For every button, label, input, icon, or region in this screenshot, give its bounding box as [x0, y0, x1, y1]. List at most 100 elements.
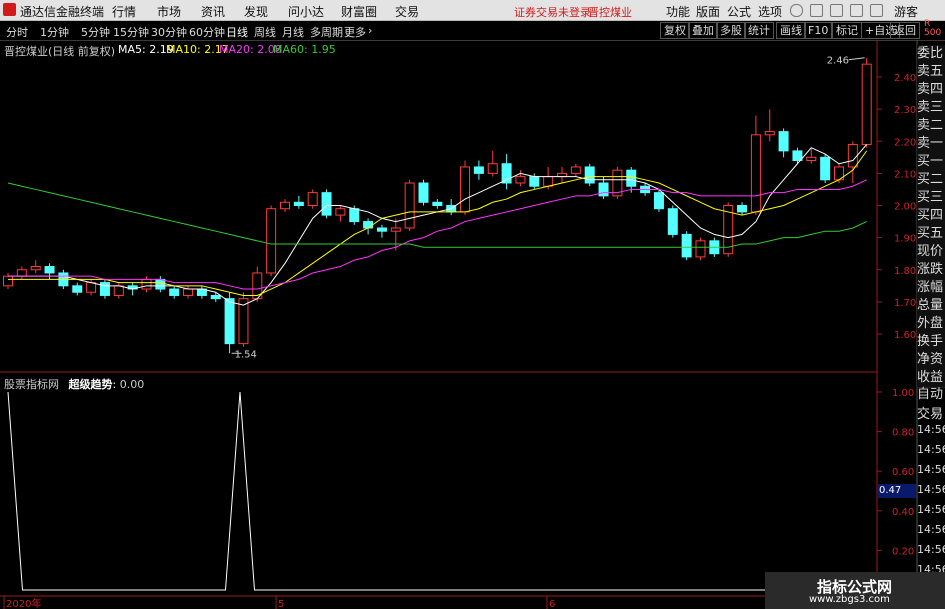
- candle-up: [750, 134, 761, 213]
- candle-up: [113, 285, 124, 296]
- order-book-label: 买三: [917, 189, 945, 208]
- candle-down: [473, 166, 484, 174]
- price-tick-label: 1.90: [894, 234, 916, 245]
- order-book-label: 卖一: [917, 135, 945, 154]
- candle-up: [515, 176, 526, 184]
- order-book-label: 卖四: [917, 81, 945, 100]
- candle-up: [307, 192, 318, 206]
- ma-line-ma60: [7, 182, 867, 248]
- candle-up: [695, 240, 706, 258]
- ma-line-ma10: [8, 150, 868, 296]
- supertrend-line: [7, 391, 835, 591]
- candle-down: [820, 156, 831, 181]
- trade-time: 14:56: [917, 483, 945, 496]
- trade-time: 14:56: [917, 463, 945, 476]
- candle-up: [335, 208, 346, 216]
- candle-down: [681, 233, 692, 258]
- candle-down: [321, 192, 332, 216]
- candle-up: [141, 278, 152, 290]
- candle-up: [280, 201, 290, 210]
- kline-chart[interactable]: 2.40 2.30 2.20 2.10 2.00 1.90 1.80 1.70 1.60 1.00…: [0, 0, 945, 609]
- trade-time: 14:56: [917, 423, 945, 436]
- candle-up: [847, 143, 858, 168]
- candle-up: [390, 227, 401, 232]
- indicator-tick-label: 0.20: [892, 546, 914, 557]
- candle-down: [169, 288, 180, 296]
- candle-down: [792, 150, 803, 162]
- time-tick-label: 5: [278, 599, 284, 609]
- candle-up: [543, 176, 554, 187]
- order-book-label: 外盘: [917, 315, 945, 334]
- candle-up: [861, 63, 872, 145]
- candle-up: [16, 269, 27, 277]
- price-tick-label: 1.70: [894, 298, 916, 309]
- candle-up: [764, 131, 775, 136]
- order-book-label: 买一: [917, 153, 945, 172]
- candle-down: [584, 166, 595, 184]
- candle-down: [376, 227, 387, 232]
- price-tick-label: 2.00: [894, 202, 916, 213]
- trade-time: 14:56: [917, 503, 945, 516]
- watermark: 指标公式网 www.zbgs3.com: [765, 572, 945, 609]
- indicator-tick-label: 0.80: [892, 428, 914, 439]
- candle-down: [363, 221, 374, 229]
- candle-down: [99, 282, 110, 296]
- order-book-label: 卖三: [917, 99, 945, 118]
- candle-down: [210, 294, 221, 300]
- candle-up: [183, 288, 194, 296]
- candle-up: [460, 166, 471, 213]
- low-price-label: 1.54: [235, 349, 257, 360]
- cursor-value-box: 0.47: [877, 484, 916, 498]
- ma-line-ma5: [8, 144, 868, 306]
- price-tick-label: 2.20: [894, 137, 916, 148]
- order-book-label: 卖二: [917, 117, 945, 136]
- candle-up: [3, 275, 13, 287]
- candle-up: [570, 166, 581, 174]
- candle-down: [626, 169, 637, 187]
- candle-down: [778, 131, 789, 152]
- price-tick-label: 2.40: [894, 73, 916, 84]
- price-tick-label: 2.30: [894, 105, 916, 116]
- candle-down: [418, 182, 429, 203]
- candle-down: [667, 208, 678, 235]
- watermark-url: www.zbgs3.com: [809, 594, 890, 605]
- candle-down: [737, 205, 748, 213]
- time-tick-label: 2020年: [6, 597, 41, 609]
- order-book-label: 买五: [917, 225, 945, 244]
- order-book-label: 买四: [917, 207, 945, 226]
- candle-down: [224, 298, 235, 345]
- candle-down: [529, 176, 540, 187]
- indicator-tick-label: 1.00: [892, 388, 914, 399]
- trade-time: 14:56: [917, 443, 945, 456]
- candle-down: [155, 278, 166, 290]
- indicator-tick-label: 0.40: [892, 507, 914, 518]
- candle-up: [487, 163, 498, 174]
- order-book-label: 换手: [917, 333, 945, 352]
- candle-up: [266, 208, 277, 274]
- indicator-tick-label: 0.60: [892, 467, 914, 478]
- candle-up: [404, 182, 415, 229]
- candle-up: [30, 266, 41, 271]
- candle-down: [598, 182, 609, 197]
- order-book-label: 买二: [917, 171, 945, 190]
- candle-up: [806, 156, 817, 162]
- candle-down: [72, 285, 83, 293]
- high-price-label: 2.46: [827, 56, 849, 67]
- price-tick-label: 2.10: [894, 169, 916, 180]
- time-tick-label: 6: [549, 599, 555, 609]
- price-tick-label: 1.80: [894, 266, 916, 277]
- trade-time: 14:56: [917, 543, 945, 556]
- candle-up: [86, 282, 97, 293]
- candle-down: [349, 208, 360, 223]
- trade-label: 交易: [917, 407, 944, 422]
- auto-trade-button[interactable]: 自动: [917, 383, 945, 402]
- candle-down: [293, 201, 304, 207]
- candle-down: [432, 201, 443, 207]
- ma-line-ma20: [8, 179, 867, 290]
- order-book-label: 涨幅: [917, 279, 945, 298]
- order-book-label: 委比: [917, 45, 945, 64]
- high-pointer: [848, 57, 865, 61]
- order-book-label: 卖五: [917, 63, 945, 82]
- order-book-label: 现价: [917, 243, 945, 262]
- order-book-label: 总量: [917, 297, 945, 316]
